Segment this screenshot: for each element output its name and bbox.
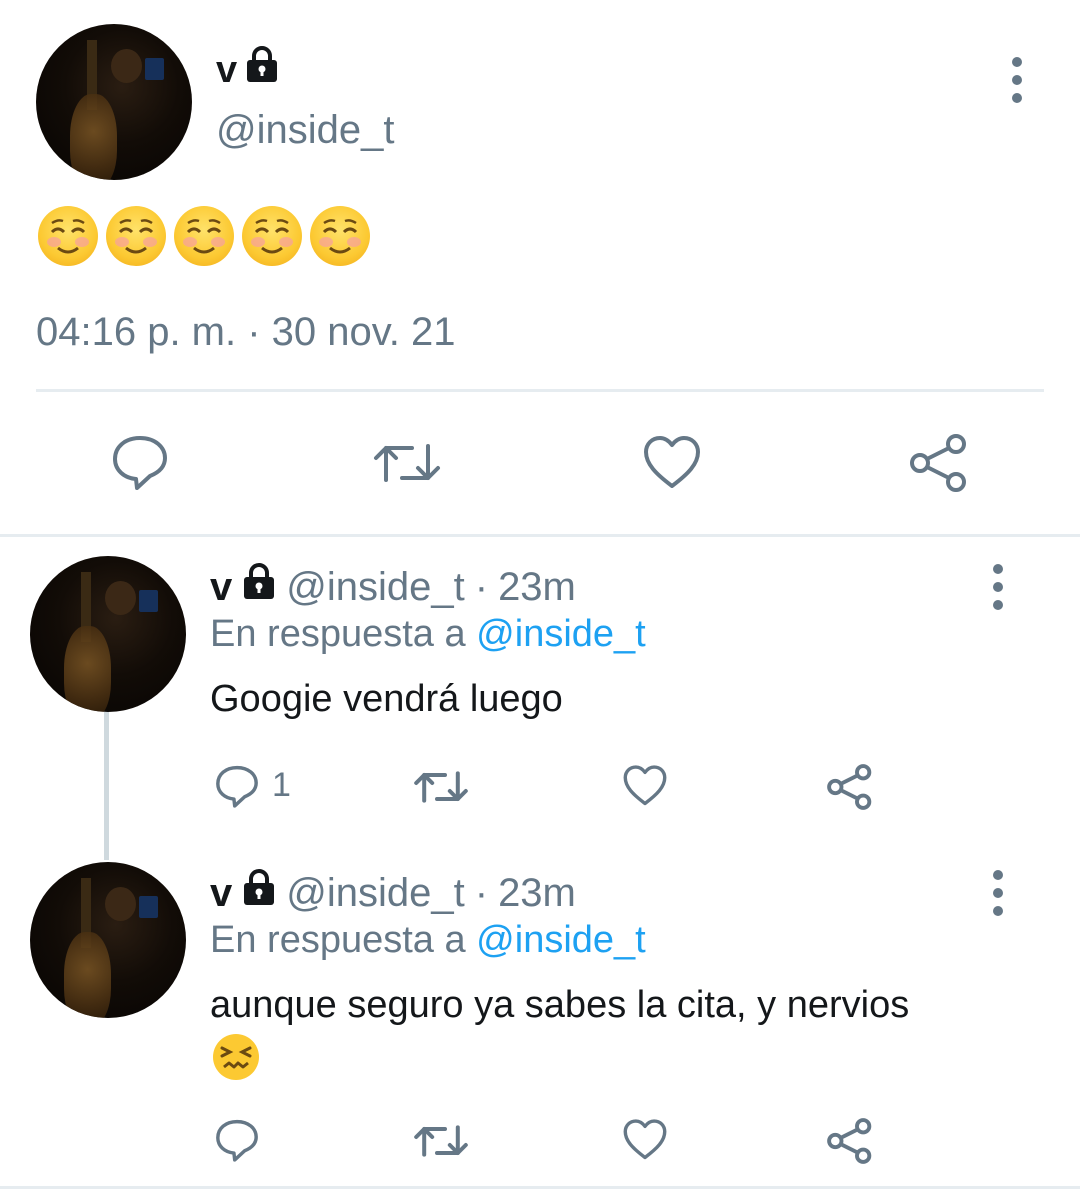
reply-header[interactable]: v @inside_t · 23m xyxy=(210,869,576,917)
reply-header[interactable]: v @inside_t · 23m xyxy=(210,563,576,611)
divider xyxy=(0,1186,1080,1189)
display-name: v xyxy=(210,870,233,915)
avatar[interactable] xyxy=(30,556,186,712)
user-handle: @inside_t xyxy=(286,870,465,915)
lock-icon xyxy=(245,46,279,94)
reply-icon[interactable] xyxy=(110,432,170,492)
smiling-face-emoji xyxy=(38,206,98,266)
retweet-icon[interactable] xyxy=(372,436,442,490)
share-icon[interactable] xyxy=(826,763,874,811)
user-name[interactable]: v xyxy=(216,46,279,94)
in-reply-label: En respuesta a xyxy=(210,919,466,961)
more-options-icon[interactable] xyxy=(992,870,1004,916)
avatar[interactable] xyxy=(36,24,192,180)
in-reply-to: En respuesta a @inside_t xyxy=(210,613,646,656)
share-icon[interactable] xyxy=(908,432,970,494)
divider xyxy=(36,389,1044,392)
smiling-face-emoji xyxy=(106,206,166,266)
reply-icon[interactable] xyxy=(214,1117,260,1163)
user-handle[interactable]: @inside_t xyxy=(216,108,394,153)
mention-link[interactable]: @inside_t xyxy=(476,613,646,655)
tweet-text: Googie vendrá luego xyxy=(210,678,563,720)
in-reply-label: En respuesta a xyxy=(210,613,466,655)
tweet-timestamp[interactable]: 04:16 p. m. · 30 nov. 21 xyxy=(36,310,456,355)
relative-time: 23m xyxy=(498,564,576,609)
lock-icon xyxy=(242,563,276,611)
smiling-face-emoji xyxy=(242,206,302,266)
display-name: v xyxy=(216,48,238,91)
retweet-icon[interactable] xyxy=(413,1119,469,1163)
smiling-face-emoji xyxy=(174,206,234,266)
retweet-icon[interactable] xyxy=(413,765,469,809)
reply-icon[interactable] xyxy=(214,763,260,809)
in-reply-to: En respuesta a @inside_t xyxy=(210,919,646,962)
reply-count: 1 xyxy=(272,766,291,804)
separator: · xyxy=(474,870,489,915)
lock-icon xyxy=(242,869,276,917)
avatar[interactable] xyxy=(30,862,186,1018)
smiling-face-emoji xyxy=(310,206,370,266)
like-icon[interactable] xyxy=(642,434,702,492)
relative-time: 23m xyxy=(498,870,576,915)
mention-link[interactable]: @inside_t xyxy=(476,919,646,961)
display-name: v xyxy=(210,564,233,609)
like-icon[interactable] xyxy=(622,764,668,808)
tweet-text xyxy=(38,206,370,266)
more-options-icon[interactable] xyxy=(1011,57,1023,103)
more-options-icon[interactable] xyxy=(992,564,1004,610)
user-handle: @inside_t xyxy=(286,564,465,609)
like-icon[interactable] xyxy=(622,1118,668,1162)
share-icon[interactable] xyxy=(826,1117,874,1165)
thread-line xyxy=(104,712,109,860)
separator: · xyxy=(474,564,489,609)
section-divider xyxy=(0,534,1080,537)
confounded-face-emoji xyxy=(212,1033,260,1081)
tweet-text: aunque seguro ya sabes la cita, y nervio… xyxy=(210,984,910,1026)
